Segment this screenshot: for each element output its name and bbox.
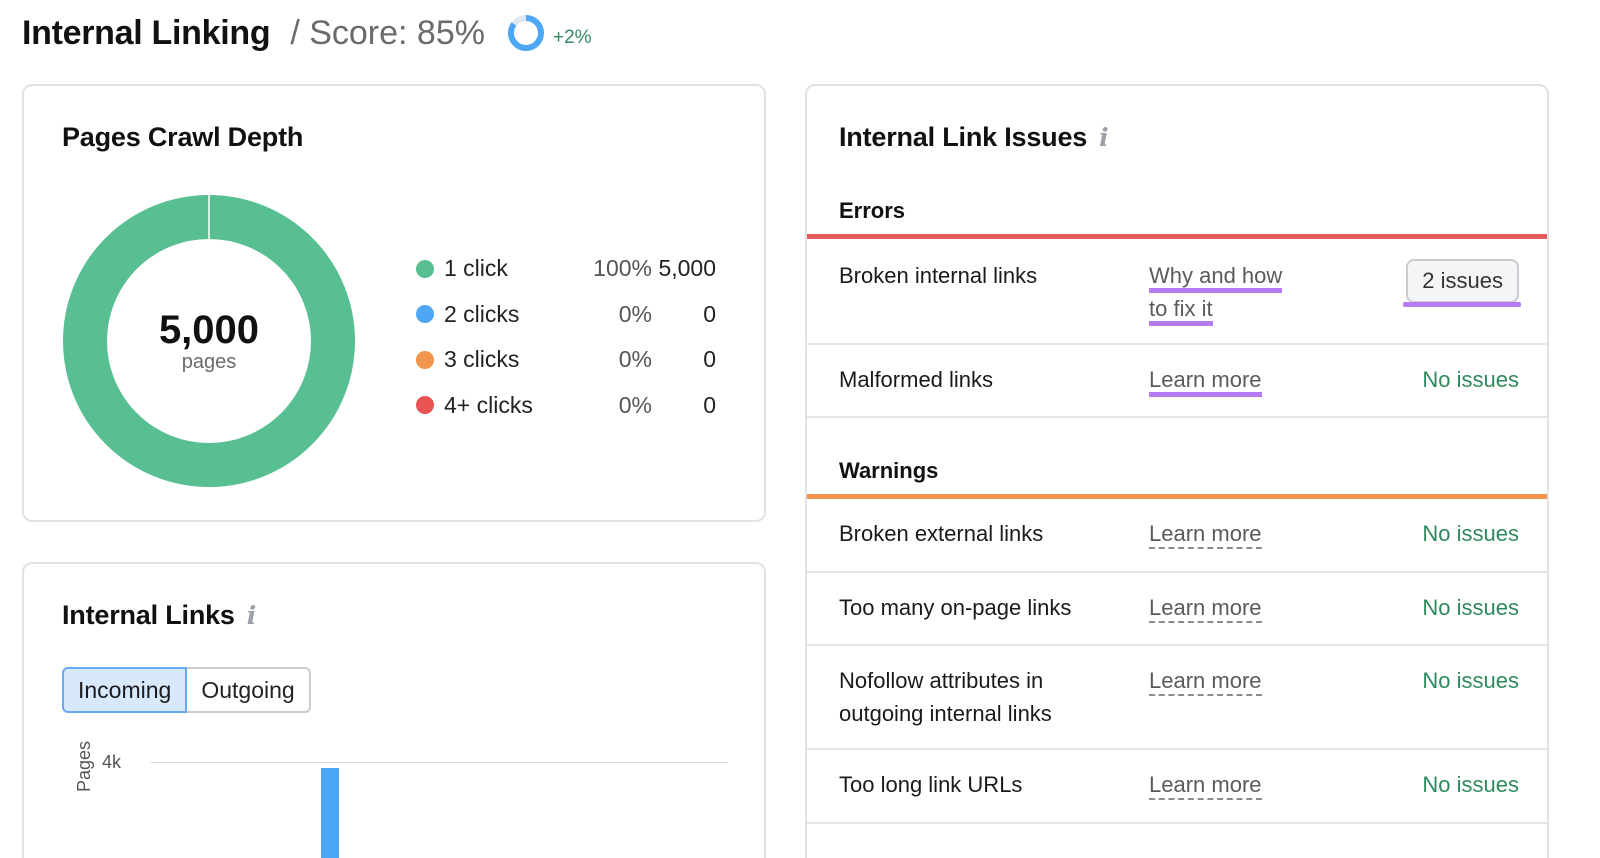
badge-highlight — [1403, 302, 1521, 307]
info-icon[interactable]: i — [247, 601, 257, 630]
fix-guide-line2[interactable]: to fix it — [1149, 296, 1213, 326]
page-title: Internal Linking — [22, 13, 271, 52]
issue-name: Malformed links — [839, 367, 994, 392]
legend-item[interactable]: 1 click 100% 5,000 — [416, 246, 716, 292]
internal-link-issues-card: Internal Link Issues i Errors Broken int… — [805, 84, 1549, 858]
warnings-heading: Warnings — [839, 458, 939, 483]
legend-count: 0 — [703, 346, 716, 373]
internal-links-title: Internal Links — [62, 600, 235, 630]
issue-name: Too many on-page links — [839, 595, 1072, 620]
score-label: / Score: 85% — [290, 13, 485, 52]
issue-row: Malformed links Learn more No issues — [807, 345, 1547, 418]
legend-label: 2 clicks — [444, 300, 520, 327]
learn-more-link[interactable]: Learn more — [1149, 363, 1262, 397]
legend-percent: 0% — [618, 300, 652, 327]
learn-more-text[interactable]: Learn more — [1149, 772, 1262, 800]
learn-more-link[interactable]: Learn more — [1149, 591, 1262, 624]
learn-more-link[interactable]: Learn more — [1149, 517, 1262, 550]
status-text: No issues — [1422, 367, 1519, 392]
issue-name: Broken internal links — [839, 263, 1038, 288]
issue-name-line2: outgoing internal links — [839, 701, 1052, 726]
learn-more-text[interactable]: Learn more — [1149, 668, 1262, 696]
links-direction-toggle: Incoming Outgoing — [62, 667, 311, 713]
legend-percent: 0% — [618, 346, 652, 373]
y-axis-tick: 4k — [102, 752, 122, 772]
chart-gridline — [150, 762, 728, 763]
y-axis-label: Pages — [74, 740, 94, 792]
issue-row: Broken internal links Why and how to fix… — [807, 239, 1547, 345]
issue-name: Too long link URLs — [839, 772, 1023, 797]
errors-heading: Errors — [839, 198, 906, 223]
fix-guide-line1[interactable]: Why and how — [1149, 263, 1283, 293]
legend-percent: 0% — [618, 391, 652, 418]
issues-count-button[interactable]: 2 issues — [1406, 259, 1519, 303]
issues-title-row: Internal Link Issues i — [839, 122, 1109, 153]
issue-name: Nofollow attributes in outgoing internal… — [839, 664, 1129, 730]
legend-item[interactable]: 4+ clicks 0% 0 — [416, 383, 716, 429]
legend-count: 0 — [703, 300, 716, 327]
info-icon[interactable]: i — [1099, 123, 1109, 152]
legend-item[interactable]: 2 clicks 0% 0 — [416, 292, 716, 338]
issue-name: Broken external links — [839, 521, 1044, 546]
learn-more-text[interactable]: Learn more — [1149, 521, 1262, 549]
legend-percent: 100% — [593, 255, 652, 282]
donut-center: 5,000 pages — [62, 194, 356, 488]
learn-more-link[interactable]: Learn more — [1149, 768, 1262, 801]
issue-row: Broken external links Learn more No issu… — [807, 499, 1547, 573]
page-header: Internal Linking / Score: 85% +2% — [22, 8, 592, 58]
score-delta: +2% — [552, 27, 592, 48]
legend-dot — [416, 396, 434, 415]
legend-dot — [416, 305, 434, 324]
learn-more-text[interactable]: Learn more — [1149, 367, 1262, 397]
total-pages-caption: pages — [181, 350, 237, 373]
issues-title: Internal Link Issues — [839, 122, 1088, 152]
status-text: No issues — [1422, 668, 1519, 693]
internal-links-title-row: Internal Links i — [62, 600, 256, 631]
learn-more-link[interactable]: Learn more — [1149, 664, 1262, 697]
fix-guide-link[interactable]: Why and how to fix it — [1149, 259, 1283, 326]
legend-label: 3 clicks — [444, 346, 520, 373]
issue-row: Nofollow attributes in outgoing internal… — [807, 646, 1547, 750]
legend-label: 1 click — [444, 255, 508, 282]
crawl-depth-card: Pages Crawl Depth 5,000 pages 1 click 10… — [22, 84, 766, 522]
status-text: No issues — [1422, 521, 1519, 546]
legend-dot — [416, 350, 434, 369]
crawl-depth-legend: 1 click 100% 5,000 2 clicks 0% 0 3 click… — [416, 246, 716, 428]
legend-item[interactable]: 3 clicks 0% 0 — [416, 337, 716, 383]
legend-count: 0 — [703, 391, 716, 418]
learn-more-text[interactable]: Learn more — [1149, 595, 1262, 623]
internal-links-card: Internal Links i Incoming Outgoing 4k Pa… — [22, 562, 766, 858]
issue-row: Too long link URLs Learn more No issues — [807, 750, 1547, 824]
status-text: No issues — [1422, 595, 1519, 620]
crawl-depth-title: Pages Crawl Depth — [62, 122, 304, 152]
chart-bar[interactable] — [321, 768, 339, 858]
legend-dot — [416, 259, 434, 278]
issue-row: Too many on-page links Learn more No iss… — [807, 573, 1547, 646]
legend-label: 4+ clicks — [444, 391, 533, 418]
tab-incoming[interactable]: Incoming — [62, 667, 188, 713]
tab-outgoing[interactable]: Outgoing — [187, 667, 311, 713]
total-pages-value: 5,000 — [158, 307, 260, 352]
status-text: No issues — [1422, 772, 1519, 797]
score-ring-icon — [507, 15, 544, 51]
issue-name-line1: Nofollow attributes in — [839, 668, 1044, 693]
legend-count: 5,000 — [658, 255, 716, 282]
